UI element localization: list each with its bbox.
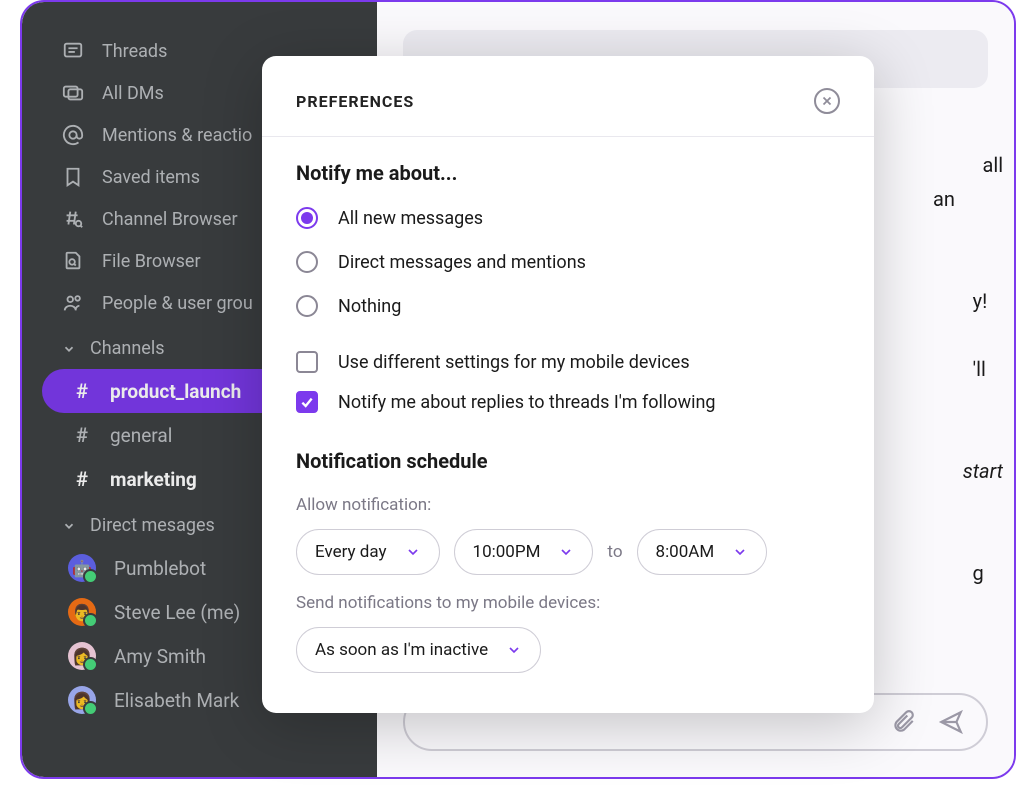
- send-mobile-label: Send notifications to my mobile devices:: [296, 593, 840, 613]
- inactive-select[interactable]: As soon as I'm inactive: [296, 627, 541, 673]
- bookmark-icon: [62, 166, 84, 188]
- send-icon[interactable]: [938, 709, 964, 735]
- chevron-down-icon: [506, 642, 522, 658]
- avatar: 👩: [68, 686, 96, 714]
- select-value: 10:00PM: [473, 542, 541, 562]
- section-label: Direct mesages: [90, 515, 215, 536]
- threads-icon: [62, 40, 84, 62]
- radio-input[interactable]: [296, 251, 318, 273]
- hash-icon: #: [76, 467, 94, 491]
- radio-input[interactable]: [296, 207, 318, 229]
- radio-all-new[interactable]: All new messages: [296, 207, 840, 229]
- checkbox-input[interactable]: [296, 351, 318, 373]
- hash-icon: #: [76, 423, 94, 447]
- file-search-icon: [62, 250, 84, 272]
- chevron-down-icon: [62, 519, 76, 533]
- check-mobile-settings[interactable]: Use different settings for my mobile dev…: [296, 351, 840, 373]
- close-button[interactable]: [814, 88, 840, 114]
- notify-section-title: Notify me about...: [296, 161, 840, 185]
- section-label: Channels: [90, 338, 165, 359]
- radio-nothing[interactable]: Nothing: [296, 295, 840, 317]
- dm-name: Pumblebot: [114, 557, 206, 580]
- chevron-down-icon: [732, 544, 748, 560]
- select-value: As soon as I'm inactive: [315, 640, 488, 660]
- chevron-down-icon: [558, 544, 574, 560]
- schedule-section-title: Notification schedule: [296, 449, 840, 473]
- nav-label: Channel Browser: [102, 209, 238, 230]
- dm-name: Elisabeth Mark: [114, 689, 239, 712]
- nav-label: Mentions & reactio: [102, 125, 252, 146]
- radio-input[interactable]: [296, 295, 318, 317]
- checkbox-input[interactable]: [296, 391, 318, 413]
- hash-icon: #: [76, 379, 94, 403]
- chevron-down-icon: [405, 544, 421, 560]
- hash-search-icon: [62, 208, 84, 230]
- people-icon: [62, 292, 84, 314]
- modal-title: PREFERENCES: [296, 92, 414, 111]
- check-icon: [299, 394, 315, 410]
- select-value: Every day: [315, 542, 387, 562]
- channel-name: general: [110, 424, 172, 447]
- radio-label: Direct messages and mentions: [338, 252, 586, 273]
- chevron-down-icon: [62, 342, 76, 356]
- at-icon: [62, 124, 84, 146]
- to-time-select[interactable]: 8:00AM: [637, 529, 768, 575]
- nav-label: All DMs: [102, 83, 164, 104]
- to-label: to: [607, 542, 622, 562]
- close-icon: [820, 94, 834, 108]
- dm-name: Amy Smith: [114, 645, 206, 668]
- nav-label: Threads: [102, 41, 167, 62]
- dm-name: Steve Lee (me): [114, 601, 240, 624]
- radio-label: Nothing: [338, 296, 401, 317]
- nav-label: File Browser: [102, 251, 201, 272]
- avatar: 👨: [68, 598, 96, 626]
- check-label: Notify me about replies to threads I'm f…: [338, 392, 716, 413]
- dms-icon: [62, 82, 84, 104]
- select-value: 8:00AM: [656, 542, 715, 562]
- avatar: 🤖: [68, 554, 96, 582]
- nav-label: Saved items: [102, 167, 200, 188]
- allow-notification-label: Allow notification:: [296, 495, 840, 515]
- check-thread-replies[interactable]: Notify me about replies to threads I'm f…: [296, 391, 840, 413]
- radio-mentions[interactable]: Direct messages and mentions: [296, 251, 840, 273]
- channel-name: marketing: [110, 468, 197, 491]
- preferences-modal: PREFERENCES Notify me about... All new m…: [262, 56, 874, 713]
- channel-name: product_launch: [110, 380, 241, 403]
- avatar: 👩: [68, 642, 96, 670]
- nav-label: People & user grou: [102, 293, 253, 314]
- radio-label: All new messages: [338, 208, 483, 229]
- from-time-select[interactable]: 10:00PM: [454, 529, 594, 575]
- check-label: Use different settings for my mobile dev…: [338, 352, 690, 373]
- attachment-icon[interactable]: [890, 709, 916, 735]
- frequency-select[interactable]: Every day: [296, 529, 440, 575]
